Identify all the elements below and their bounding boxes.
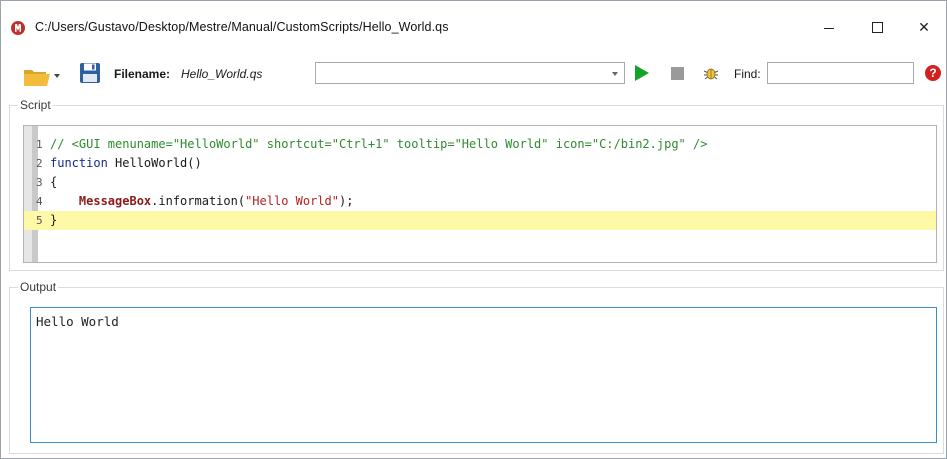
maximize-icon [871,21,883,33]
line-number: 5 [36,214,43,227]
help-icon[interactable]: ? [925,65,941,81]
title-bar[interactable]: C:/Users/Gustavo/Desktop/Mestre/Manual/C… [1,1,946,45]
code-token: MessageBox [78,194,152,208]
script-group-title: Script [18,98,53,112]
chevron-down-icon [612,72,618,76]
find-label: Find: [734,67,761,81]
line-number: 3 [36,176,43,189]
code-line[interactable]: 4 MessageBox.information("Hello World"); [24,192,936,211]
code-line[interactable]: 5} [24,211,936,230]
window-title: C:/Users/Gustavo/Desktop/Mestre/Manual/C… [35,20,449,34]
code-line[interactable]: 3{ [24,173,936,192]
output-group-title: Output [18,280,59,294]
maximize-button[interactable] [854,9,900,45]
code-token: ); [339,194,354,208]
code-token: // <GUI menuname="HelloWorld" shortcut="… [50,137,708,151]
code-token: .information( [151,194,246,208]
code-text: { [50,173,57,192]
code-text: MessageBox.information("Hello World"); [50,192,354,211]
play-icon[interactable] [635,65,649,81]
code-token: function [50,156,116,170]
folder-open-icon[interactable] [23,67,51,87]
code-token: { [50,175,58,189]
bug-icon[interactable] [703,65,719,81]
app-logo-icon [11,21,25,35]
code-line[interactable]: 2 function HelloWorld() [24,154,936,173]
output-text: Hello World [36,314,119,329]
floppy-disk-icon[interactable] [79,62,101,84]
code-editor[interactable]: 1 // <GUI menuname="HelloWorld" shortcut=… [23,125,937,263]
line-number: 4 [36,195,43,208]
code-token: "Hello World" [245,194,339,208]
code-text: } [50,211,57,230]
find-input[interactable] [767,62,914,84]
filename-label: Filename: [114,67,171,81]
close-icon: ✕ [918,18,930,35]
minimize-button[interactable] [806,9,852,45]
output-console[interactable]: Hello World [30,307,937,443]
line-number: 2 [36,157,43,170]
code-line[interactable]: 1 // <GUI menuname="HelloWorld" shortcut=… [24,135,936,154]
line-number: 1 [36,138,43,151]
toolbar: Filename: Hello_World.qs Find: ? [1,55,946,91]
code-text: function HelloWorld() [50,154,202,173]
code-token: HelloWorld() [115,156,202,170]
stop-icon[interactable] [671,67,684,80]
script-editor-window: C:/Users/Gustavo/Desktop/Mestre/Manual/C… [0,0,947,459]
code-token: } [50,213,58,227]
script-select[interactable] [315,62,625,84]
code-text: // <GUI menuname="HelloWorld" shortcut="… [50,135,707,154]
minimize-icon [824,27,834,29]
open-dropdown-arrow-icon[interactable] [54,74,60,78]
close-button[interactable]: ✕ [901,9,947,45]
filename-value: Hello_World.qs [181,67,263,81]
